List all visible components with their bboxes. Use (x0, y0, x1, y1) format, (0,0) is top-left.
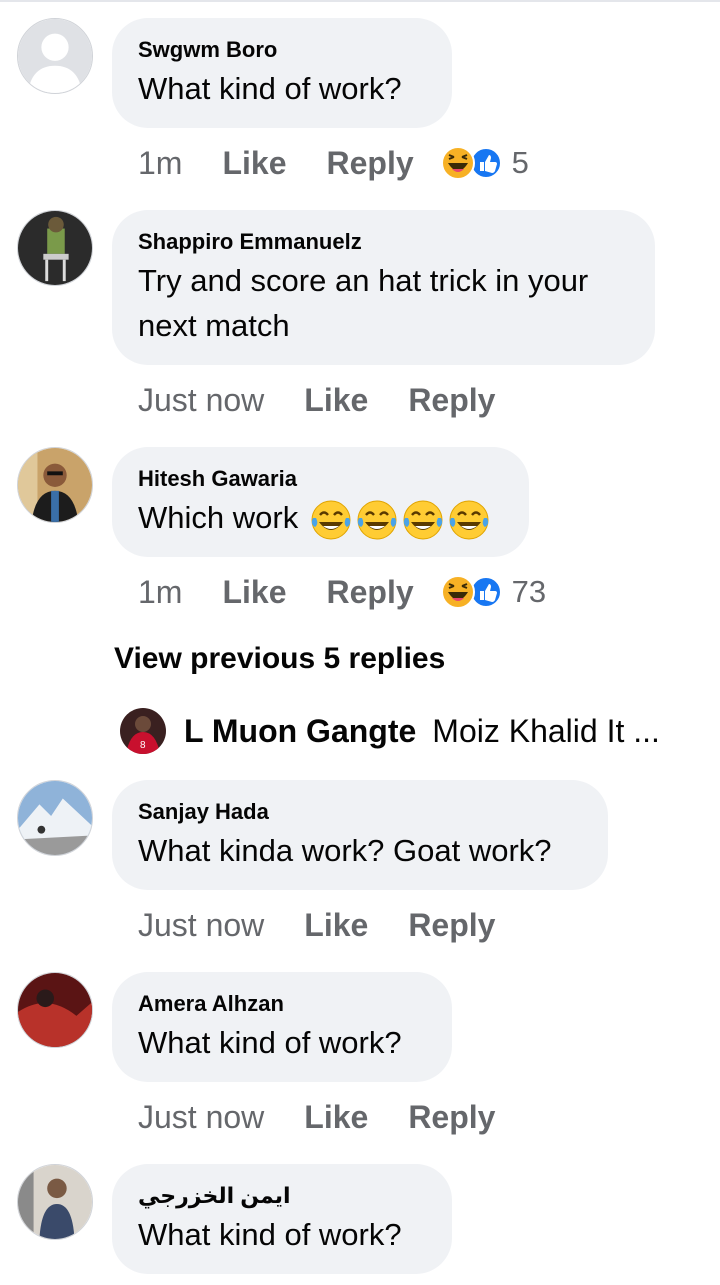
reactions-summary[interactable]: 73 (440, 574, 546, 610)
reaction-count: 5 (511, 145, 529, 180)
comment-author[interactable]: Amera Alhzan (138, 990, 426, 1018)
comment-text-line: Try and score an hat trick in your (138, 263, 589, 298)
comment-time[interactable]: Just now (138, 907, 264, 944)
avatar[interactable] (17, 972, 93, 1048)
view-previous-replies-link[interactable]: View previous 5 replies (114, 642, 445, 676)
comment-bubble[interactable]: Swgwm Boro What kind of work? (112, 18, 452, 128)
avatar[interactable] (17, 18, 93, 94)
like-button[interactable]: Like (304, 907, 368, 944)
avatar[interactable] (17, 447, 93, 523)
comment-text: What kind of work? (138, 1217, 402, 1252)
like-button[interactable]: Like (304, 382, 368, 419)
comment-actions: Just now Like Reply (138, 1097, 495, 1137)
like-button[interactable]: Like (222, 145, 286, 182)
laughing-crying-icon (403, 500, 443, 540)
reply-text: Moiz Khalid It ... (432, 712, 660, 749)
comment-time[interactable]: Just now (138, 382, 264, 419)
comment-text: Try and score an hat trick in your next … (138, 258, 629, 348)
comment-bubble[interactable]: Hitesh Gawaria Which work (112, 447, 529, 557)
comment-bubble[interactable]: Amera Alhzan What kind of work? (112, 972, 452, 1082)
avatar[interactable] (17, 1164, 93, 1240)
comment-bubble[interactable]: Shappiro Emmanuelz Try and score an hat … (112, 210, 655, 365)
laughing-crying-icon (311, 500, 351, 540)
comment-text-line: next match (138, 308, 290, 343)
comment-author[interactable]: Hitesh Gawaria (138, 465, 503, 493)
reply-preview[interactable]: 8 L Muon Gangte Moiz Khalid It ... (120, 706, 700, 756)
laughing-crying-icon (357, 500, 397, 540)
comment-text: What kind of work? (138, 71, 402, 106)
comment-bubble[interactable]: ايمن الخزرجي What kind of work? (112, 1164, 452, 1274)
reply-button[interactable]: Reply (408, 907, 495, 944)
avatar[interactable] (17, 780, 93, 856)
comment-text-content: Which work (138, 500, 299, 535)
comment-author[interactable]: Swgwm Boro (138, 36, 426, 64)
comment-actions: 1m Like Reply 5 (138, 143, 529, 183)
comment-text: What kinda work? Goat work? (138, 833, 552, 868)
avatar[interactable] (17, 210, 93, 286)
comment-actions: Just now Like Reply (138, 905, 495, 945)
reaction-count: 73 (511, 574, 547, 609)
haha-like-icon (440, 575, 502, 609)
comment-actions: 1m Like Reply 73 (138, 572, 546, 612)
svg-text:8: 8 (140, 740, 146, 751)
comment-text: What kind of work? (138, 1025, 402, 1060)
top-divider (0, 0, 720, 2)
reply-button[interactable]: Reply (408, 382, 495, 419)
reply-button[interactable]: Reply (408, 1099, 495, 1136)
comment-author[interactable]: Shappiro Emmanuelz (138, 228, 629, 256)
avatar[interactable]: 8 (120, 708, 166, 754)
comment-author[interactable]: Sanjay Hada (138, 798, 582, 826)
comment-time[interactable]: 1m (138, 574, 182, 611)
comment-text: Which work (138, 495, 503, 542)
reactions-summary[interactable]: 5 (440, 145, 529, 181)
like-button[interactable]: Like (222, 574, 286, 611)
comment-actions: Just now Like Reply (138, 380, 495, 420)
laughing-crying-icon (449, 500, 489, 540)
like-button[interactable]: Like (304, 1099, 368, 1136)
reply-button[interactable]: Reply (326, 574, 413, 611)
comment-bubble[interactable]: Sanjay Hada What kinda work? Goat work? (112, 780, 608, 890)
reply-button[interactable]: Reply (326, 145, 413, 182)
comment-author[interactable]: ايمن الخزرجي (138, 1182, 426, 1210)
haha-like-icon (440, 146, 502, 180)
reply-author[interactable]: L Muon Gangte (184, 713, 416, 750)
comment-time[interactable]: 1m (138, 145, 182, 182)
comment-time[interactable]: Just now (138, 1099, 264, 1136)
